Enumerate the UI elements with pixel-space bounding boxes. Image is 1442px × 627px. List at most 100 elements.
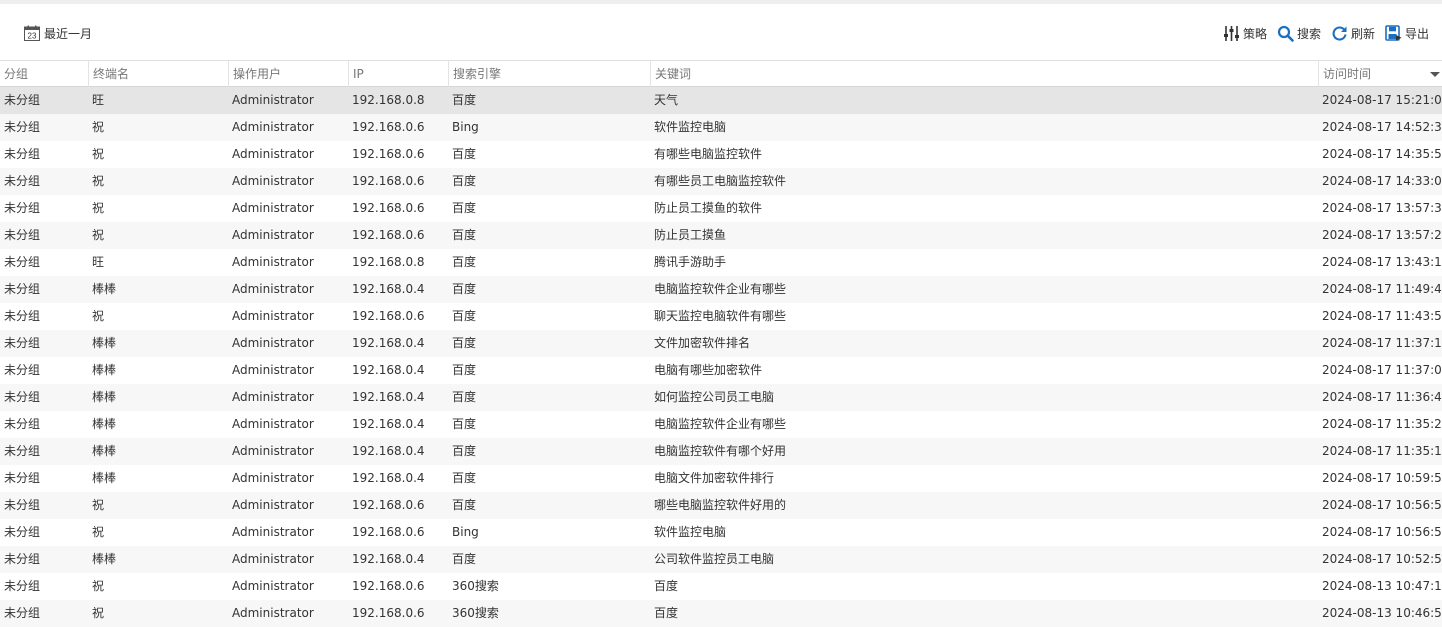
time-cell: 2024-08-17 11:37:17 — [1322, 336, 1442, 350]
group-cell: 未分组 — [4, 471, 41, 485]
column-header-time[interactable]: 访问时间 — [1318, 61, 1442, 87]
column-header-user[interactable]: 操作用户 — [228, 61, 348, 87]
engine-cell: 百度 — [452, 552, 477, 566]
engine-cell: 百度 — [452, 147, 477, 161]
user-cell: Administrator — [232, 174, 314, 188]
engine-cell: 百度 — [452, 282, 477, 296]
group-cell: 未分组 — [4, 336, 41, 350]
time-cell: 2024-08-17 14:52:35 — [1322, 120, 1442, 134]
export-label: 导出 — [1404, 26, 1429, 41]
engine-cell: 百度 — [452, 444, 477, 458]
table-row[interactable]: 未分组 旺 Administrator 192.168.0.8 百度 天气 2024-08-… — [0, 87, 1442, 114]
user-cell: Administrator — [232, 525, 314, 539]
terminal-cell: 祝 — [92, 606, 105, 620]
terminal-cell: 旺 — [92, 93, 105, 107]
engine-cell: 百度 — [452, 363, 477, 377]
time-cell: 2024-08-17 13:57:34 — [1322, 201, 1442, 215]
group-cell: 未分组 — [4, 552, 41, 566]
column-header-time-label: 访问时间 — [1323, 67, 1372, 81]
search-label: 搜索 — [1296, 26, 1321, 41]
date-range-filter[interactable]: 23 最近一月 — [24, 23, 92, 43]
column-header-engine[interactable]: 搜索引擎 — [448, 61, 650, 87]
search-icon — [1277, 25, 1294, 42]
ip-cell: 192.168.0.6 — [352, 120, 425, 134]
table-row[interactable]: 未分组 祝 Administrator 192.168.0.6 360搜索 百度 2024-… — [0, 573, 1442, 600]
user-cell: Administrator — [232, 93, 314, 107]
table-row[interactable]: 未分组 棒棒 Administrator 192.168.0.4 百度 电脑文件加密软件排… — [0, 465, 1442, 492]
ip-cell: 192.168.0.6 — [352, 606, 425, 620]
column-header-group[interactable]: 分组 — [0, 61, 88, 87]
group-cell: 未分组 — [4, 93, 41, 107]
table-row[interactable]: 未分组 棒棒 Administrator 192.168.0.4 百度 如何监控公司员工电… — [0, 384, 1442, 411]
search-button[interactable]: 搜索 — [1277, 25, 1321, 42]
table-row[interactable]: 未分组 祝 Administrator 192.168.0.6 百度 防止员工摸鱼的软件 2… — [0, 195, 1442, 222]
group-cell: 未分组 — [4, 363, 41, 377]
terminal-cell: 祝 — [92, 174, 105, 188]
table-row[interactable]: 未分组 祝 Administrator 192.168.0.6 百度 防止员工摸鱼 2024… — [0, 222, 1442, 249]
refresh-button[interactable]: 刷新 — [1331, 25, 1375, 42]
terminal-cell: 祝 — [92, 309, 105, 323]
ip-cell: 192.168.0.6 — [352, 309, 425, 323]
terminal-cell: 祝 — [92, 147, 105, 161]
user-cell: Administrator — [232, 309, 314, 323]
user-cell: Administrator — [232, 336, 314, 350]
user-cell: Administrator — [232, 120, 314, 134]
keyword-cell: 公司软件监控员工电脑 — [654, 552, 775, 566]
group-cell: 未分组 — [4, 255, 41, 269]
search-log-table: 分组 终端名 操作用户 IP 搜索引擎 关键词 访问时间 未分组旺 Adminis… — [0, 60, 1442, 627]
keyword-cell: 电脑监控软件企业有哪些 — [654, 417, 787, 431]
table-row[interactable]: 未分组 棒棒 Administrator 192.168.0.4 百度 电脑监控软件企业有… — [0, 276, 1442, 303]
terminal-cell: 棒棒 — [92, 390, 117, 404]
table-row[interactable]: 未分组 旺 Administrator 192.168.0.8 百度 腾讯手游助手 2024… — [0, 249, 1442, 276]
table-row[interactable]: 未分组 棒棒 Administrator 192.168.0.4 百度 文件加密软件排名 2… — [0, 330, 1442, 357]
engine-cell: 百度 — [452, 309, 477, 323]
strategy-button[interactable]: 策略 — [1223, 25, 1267, 42]
sort-descending-icon[interactable] — [1430, 72, 1440, 77]
keyword-cell: 软件监控电脑 — [654, 525, 727, 539]
terminal-cell: 棒棒 — [92, 552, 117, 566]
ip-cell: 192.168.0.8 — [352, 255, 425, 269]
ip-cell: 192.168.0.6 — [352, 201, 425, 215]
table-row[interactable]: 未分组 棒棒 Administrator 192.168.0.4 百度 公司软件监控员工电… — [0, 546, 1442, 573]
table-row[interactable]: 未分组 祝 Administrator 192.168.0.6 百度 有哪些电脑监控软件 2… — [0, 141, 1442, 168]
table-row[interactable]: 未分组 棒棒 Administrator 192.168.0.4 百度 电脑监控软件企业有… — [0, 411, 1442, 438]
ip-cell: 192.168.0.6 — [352, 525, 425, 539]
keyword-cell: 天气 — [654, 93, 679, 107]
keyword-cell: 电脑监控软件企业有哪些 — [654, 282, 787, 296]
terminal-cell: 棒棒 — [92, 282, 117, 296]
terminal-cell: 祝 — [92, 525, 105, 539]
ip-cell: 192.168.0.4 — [352, 336, 425, 350]
export-icon — [1385, 24, 1402, 41]
engine-cell: 百度 — [452, 417, 477, 431]
ip-cell: 192.168.0.4 — [352, 471, 425, 485]
keyword-cell: 百度 — [654, 606, 679, 620]
table-body: 未分组 旺 Administrator 192.168.0.8 百度 天气 2024-08-… — [0, 87, 1442, 627]
user-cell: Administrator — [232, 147, 314, 161]
table-header: 分组 终端名 操作用户 IP 搜索引擎 关键词 访问时间 — [0, 60, 1442, 87]
ip-cell: 192.168.0.4 — [352, 363, 425, 377]
calendar-icon: 23 — [24, 25, 40, 41]
group-cell: 未分组 — [4, 201, 41, 215]
terminal-cell: 祝 — [92, 120, 105, 134]
table-row[interactable]: 未分组 棒棒 Administrator 192.168.0.4 百度 电脑有哪些加密软件… — [0, 357, 1442, 384]
column-header-terminal[interactable]: 终端名 — [88, 61, 228, 87]
keyword-cell: 百度 — [654, 579, 679, 593]
keyword-cell: 电脑有哪些加密软件 — [654, 363, 763, 377]
user-cell: Administrator — [232, 471, 314, 485]
user-cell: Administrator — [232, 579, 314, 593]
group-cell: 未分组 — [4, 417, 41, 431]
table-row[interactable]: 未分组 祝 Administrator 192.168.0.6 360搜索 百度 2024-… — [0, 600, 1442, 627]
table-row[interactable]: 未分组 祝 Administrator 192.168.0.6 百度 哪些电脑监控软件好用… — [0, 492, 1442, 519]
export-button[interactable]: 导出 — [1385, 24, 1429, 42]
ip-cell: 192.168.0.6 — [352, 147, 425, 161]
column-header-keyword[interactable]: 关键词 — [650, 61, 1318, 87]
terminal-cell: 棒棒 — [92, 363, 117, 377]
ip-cell: 192.168.0.6 — [352, 579, 425, 593]
engine-cell: 百度 — [452, 174, 477, 188]
table-row[interactable]: 未分组 祝 Administrator 192.168.0.6 百度 聊天监控电脑软件有哪… — [0, 303, 1442, 330]
table-row[interactable]: 未分组 祝 Administrator 192.168.0.6 百度 有哪些员工电脑监控软… — [0, 168, 1442, 195]
column-header-ip[interactable]: IP — [348, 61, 448, 87]
table-row[interactable]: 未分组 祝 Administrator 192.168.0.6 Bing 软件监控电脑 20… — [0, 114, 1442, 141]
table-row[interactable]: 未分组 棒棒 Administrator 192.168.0.4 百度 电脑监控软件有哪个… — [0, 438, 1442, 465]
table-row[interactable]: 未分组 祝 Administrator 192.168.0.6 Bing 软件监控电脑 20… — [0, 519, 1442, 546]
